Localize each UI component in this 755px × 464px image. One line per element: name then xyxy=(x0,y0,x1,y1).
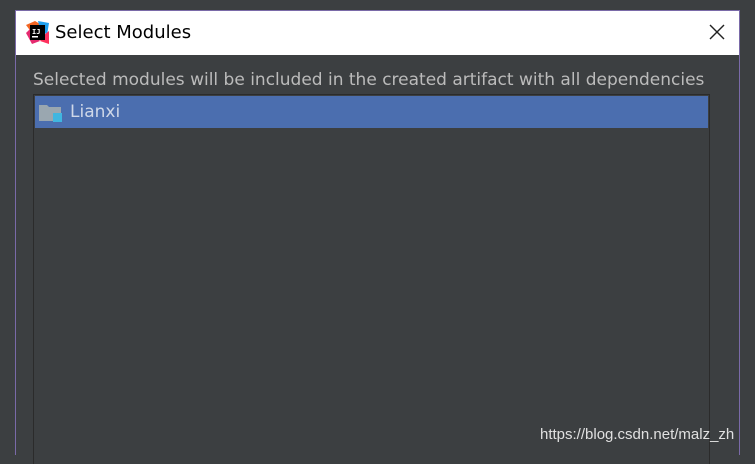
background-right xyxy=(741,0,755,455)
dialog-title: Select Modules xyxy=(55,22,192,43)
intellij-idea-icon: IJ xyxy=(26,21,49,44)
list-item[interactable]: Lianxi xyxy=(35,96,708,128)
module-label: Lianxi xyxy=(70,102,121,122)
module-folder-icon xyxy=(39,103,63,124)
watermark: https://blog.csdn.net/malz_zh xyxy=(540,426,735,443)
close-icon[interactable] xyxy=(707,22,727,42)
title-bar[interactable]: IJ Select Modules xyxy=(16,11,739,55)
svg-text:IJ: IJ xyxy=(32,28,40,36)
select-modules-dialog: IJ Select Modules Selected modules will … xyxy=(15,10,740,464)
module-list[interactable]: Lianxi xyxy=(33,94,710,464)
background-left xyxy=(0,0,15,455)
dialog-description: Selected modules will be included in the… xyxy=(33,70,705,90)
